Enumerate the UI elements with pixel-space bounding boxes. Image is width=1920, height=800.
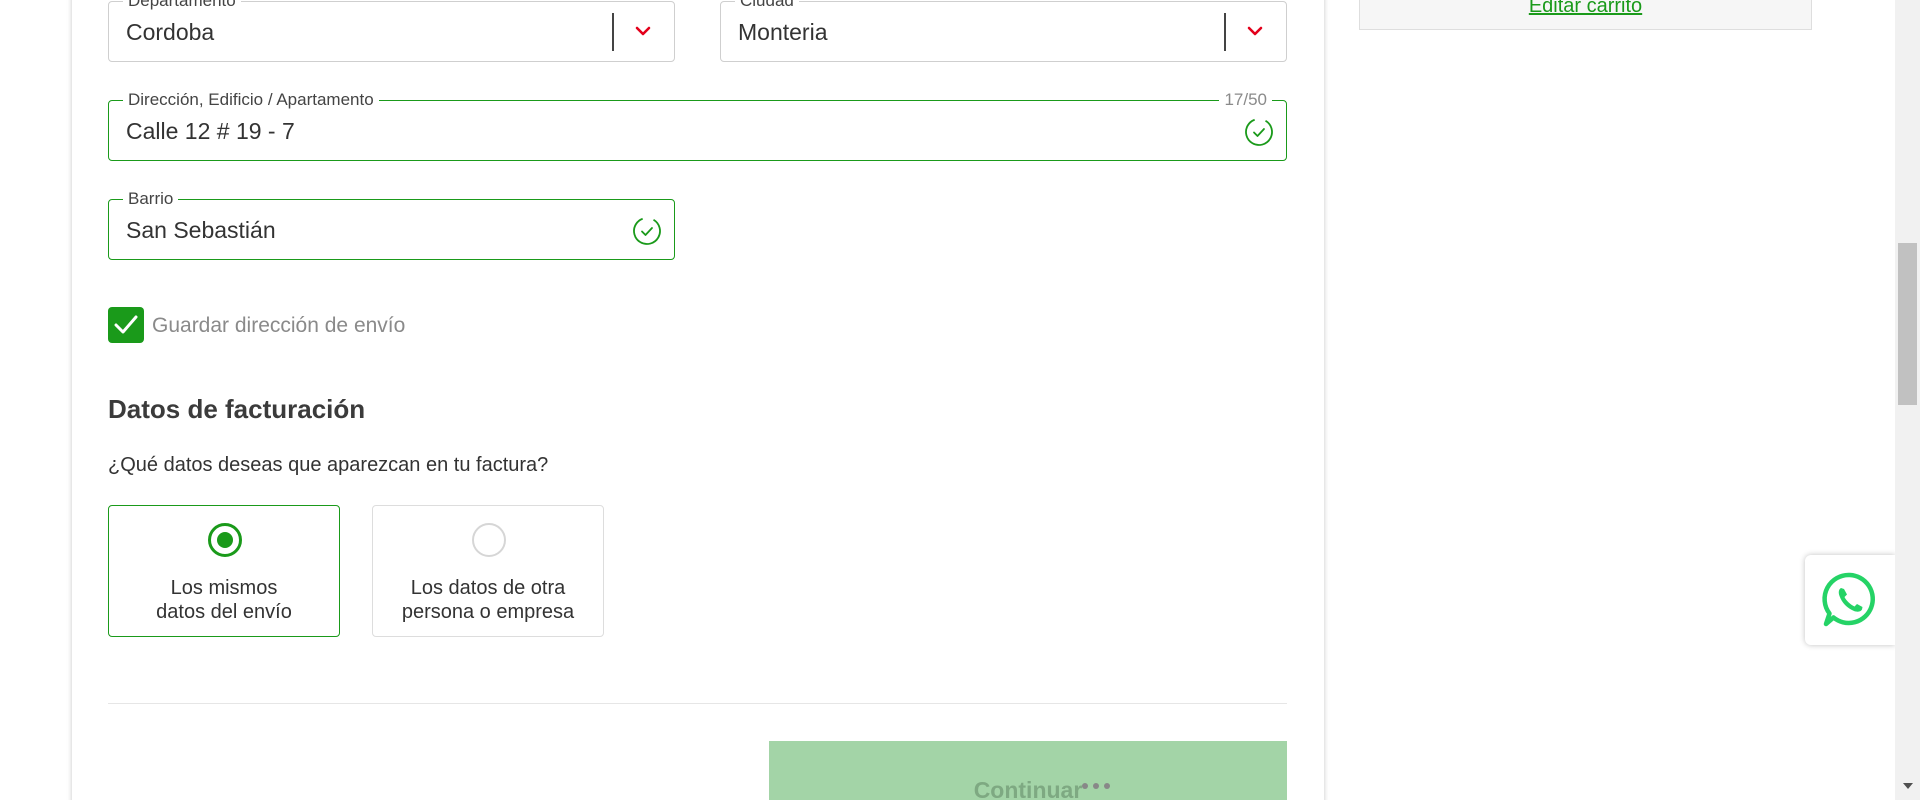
billing-section-title: Datos de facturación (108, 394, 366, 424)
neighborhood-value: San Sebastián (126, 217, 276, 243)
select-divider (612, 13, 614, 51)
whatsapp-icon (1822, 572, 1875, 627)
chevron-down-icon[interactable] (1246, 22, 1264, 40)
scrollbar-thumb[interactable] (1898, 243, 1917, 405)
billing-option-line: Los mismos (170, 577, 278, 599)
billing-option-other-person[interactable]: Los datos de otra persona o empresa (372, 505, 604, 637)
billing-option-same-as-shipping[interactable]: Los mismos datos del envío (108, 505, 340, 637)
city-label: Ciudad (735, 0, 799, 10)
continue-button[interactable]: Continuar (769, 741, 1287, 800)
address-value: Calle 12 # 19 - 7 (126, 118, 295, 144)
billing-option-line: persona o empresa (401, 601, 575, 623)
checkmark-icon (114, 315, 138, 334)
save-address-label[interactable]: Guardar dirección de envío (152, 314, 405, 338)
billing-option-label: Los mismos datos del envío (109, 576, 339, 624)
address-input[interactable]: Dirección, Edificio / Apartamento 17/50 … (108, 91, 1287, 161)
select-divider (1224, 13, 1226, 51)
check-circle-icon (1245, 118, 1273, 146)
page-scrollbar[interactable] (1895, 0, 1920, 800)
radio-button[interactable] (472, 523, 506, 557)
address-label: Dirección, Edificio / Apartamento (123, 91, 379, 109)
loading-dots-icon (1082, 783, 1112, 791)
scroll-down-arrow-icon[interactable] (1903, 783, 1913, 789)
checkout-page: Departamento Cordoba Ciudad Monteria Dir… (0, 0, 1920, 800)
department-value: Cordoba (126, 19, 215, 45)
billing-option-label: Los datos de otra persona o empresa (373, 576, 603, 624)
city-select[interactable]: Ciudad Monteria (720, 0, 1287, 62)
edit-cart-link[interactable]: Editar carrito (1360, 0, 1811, 18)
city-value: Monteria (738, 19, 828, 45)
whatsapp-button[interactable] (1805, 555, 1895, 645)
check-circle-icon (633, 217, 661, 245)
department-select[interactable]: Departamento Cordoba (108, 0, 675, 62)
billing-option-line: Los datos de otra (410, 577, 566, 599)
address-char-counter: 17/50 (1219, 91, 1272, 109)
neighborhood-label: Barrio (123, 190, 179, 208)
section-divider (108, 703, 1287, 704)
radio-button[interactable] (208, 523, 242, 557)
neighborhood-input[interactable]: Barrio San Sebastián (108, 190, 675, 260)
department-label: Departamento (123, 0, 241, 10)
save-address-checkbox[interactable] (108, 307, 144, 343)
chevron-down-icon[interactable] (634, 22, 652, 40)
order-summary-card: Editar carrito (1359, 0, 1812, 30)
billing-question: ¿Qué datos deseas que aparezcan en tu fa… (108, 454, 549, 476)
billing-option-line: datos del envío (156, 601, 292, 623)
